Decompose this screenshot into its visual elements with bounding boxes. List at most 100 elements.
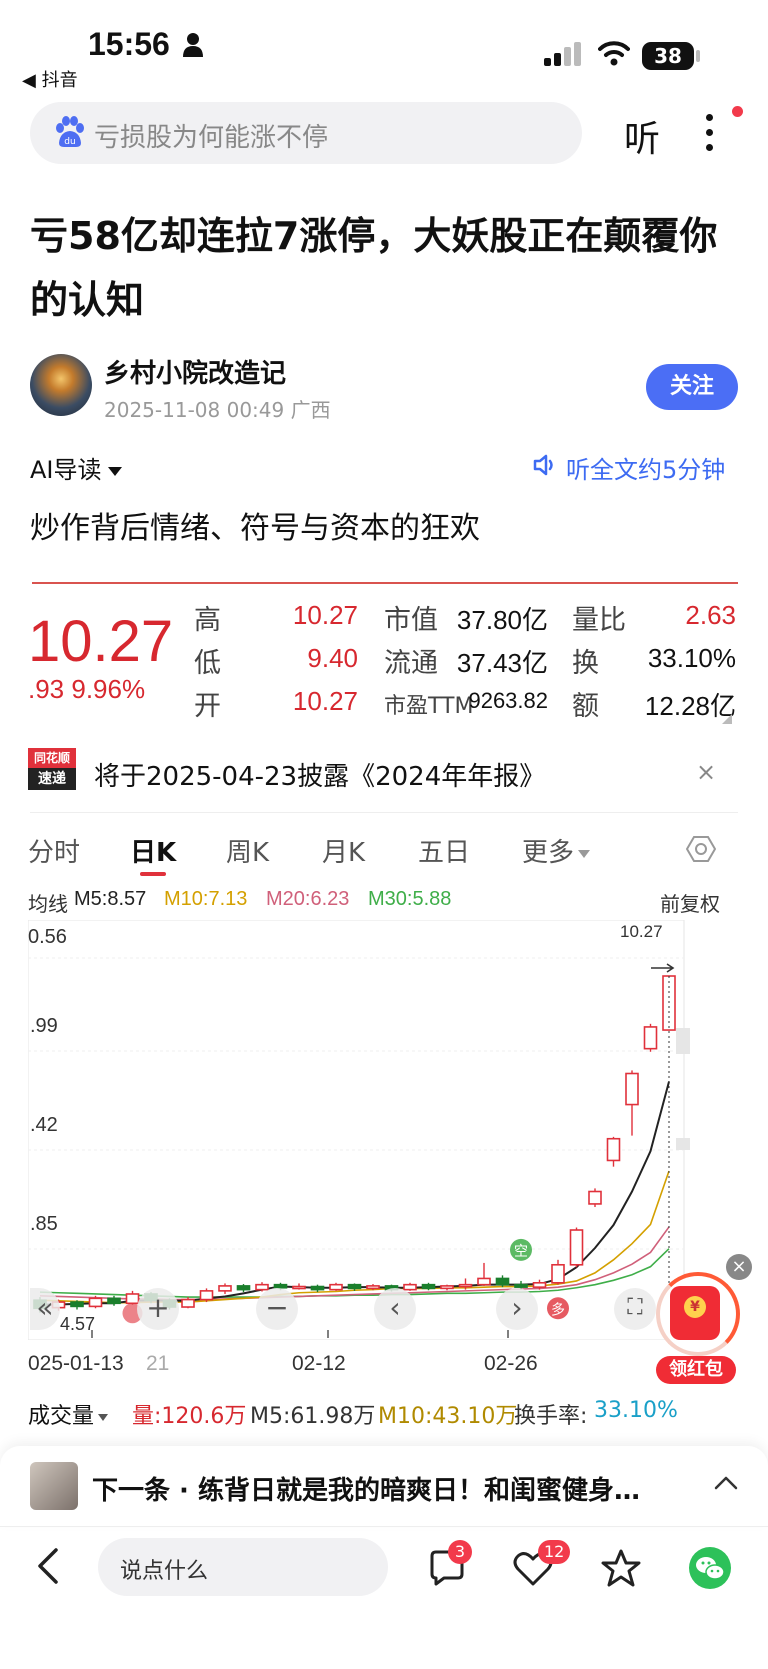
volume-label: 成交量: [28, 1404, 95, 1429]
author-name[interactable]: 乡村小院改造记: [104, 353, 286, 390]
close-icon[interactable]: ×: [696, 758, 716, 786]
next-article-thumbnail[interactable]: [30, 1462, 78, 1510]
article-subtitle: 炒作背后情绪、符号与资本的狂欢: [30, 511, 480, 546]
chevron-up-icon[interactable]: [714, 1474, 738, 1490]
x-tick-label: 02-26: [484, 1352, 538, 1375]
person-icon: [183, 33, 203, 57]
quote-label-low: 低: [194, 648, 221, 679]
notification-dot: [732, 106, 743, 117]
candle-body: [477, 1277, 491, 1286]
back-to-app-link[interactable]: ◀ 抖音: [22, 66, 78, 92]
y-min-label: 4.57: [60, 1314, 96, 1334]
red-packet-close-icon[interactable]: ×: [726, 1254, 752, 1280]
follow-button[interactable]: 关注: [646, 364, 738, 410]
turnover-value: 33.10%: [594, 1398, 678, 1423]
quote-top-border: [32, 582, 738, 584]
y-tick-label: .85: [30, 1213, 58, 1235]
tab-intraday[interactable]: 分时: [28, 832, 80, 869]
divider: [0, 1526, 768, 1527]
candlestick-chart[interactable]: 空多: [28, 920, 738, 1340]
volume-value: 量:120.6万: [132, 1404, 247, 1429]
speaker-icon[interactable]: [532, 452, 558, 478]
candle-body: [88, 1297, 103, 1308]
tab-more[interactable]: 更多: [522, 832, 591, 869]
battery-indicator: 38: [642, 42, 694, 70]
quote-value-mktcap: 37.80亿: [456, 605, 548, 635]
candle-body: [366, 1285, 380, 1290]
listen-full-button[interactable]: 听全文约5分钟: [566, 450, 725, 485]
candle-body: [107, 1297, 121, 1305]
avatar[interactable]: [30, 354, 92, 416]
logo-bottom: 速递: [28, 768, 76, 790]
ma5-value: M5:8.57: [74, 888, 147, 910]
quote-value-high: 10.27: [292, 600, 358, 630]
candle-body: [514, 1283, 528, 1288]
expand-corner-icon[interactable]: [722, 714, 732, 724]
tab-daily-k[interactable]: 日K: [130, 832, 176, 869]
candle-body: [440, 1285, 454, 1290]
candle-body: [125, 1293, 140, 1305]
red-packet-button[interactable]: 领红包: [656, 1356, 736, 1384]
back-arrow-icon[interactable]: [34, 1546, 62, 1586]
turnover-label: 换手率:: [514, 1404, 588, 1429]
prev-button[interactable]: ‹: [374, 1288, 416, 1330]
candle-body: [199, 1290, 214, 1301]
quote-label-turnover: 换: [572, 648, 599, 679]
tonghuashun-logo: 同花顺 速递: [28, 748, 76, 790]
disclosure-text[interactable]: 将于2025-04-23披露《2024年年报》: [94, 756, 545, 793]
y-tick-label: .42: [30, 1114, 58, 1136]
svg-text:du: du: [64, 137, 75, 147]
ai-guide-toggle[interactable]: AI导读: [30, 450, 122, 485]
candle-body: [292, 1285, 306, 1290]
candle-body: [70, 1301, 84, 1308]
comment-placeholder[interactable]: 说点什么: [120, 1553, 208, 1585]
next-article-title[interactable]: 下一条 · 练背日就是我的暗爽日！和闺蜜健身…: [92, 1470, 640, 1507]
fullscreen-button[interactable]: ⛶: [614, 1288, 656, 1330]
signal-icon: [544, 42, 581, 66]
tab-more-label: 更多: [522, 838, 575, 868]
listen-button[interactable]: 听: [624, 110, 660, 162]
candle-body: [347, 1283, 362, 1290]
buy-signal-label: 多: [551, 1301, 565, 1318]
y-tick-label: 0.56: [28, 926, 67, 948]
coin-icon: ¥: [684, 1296, 706, 1318]
quote-value-volratio: 2.63: [685, 600, 736, 630]
candle-body: [218, 1285, 232, 1292]
active-tab-underline: [140, 872, 166, 876]
settings-icon[interactable]: [686, 834, 716, 864]
max-price-arrow: [651, 963, 675, 973]
price-band: [676, 1028, 690, 1054]
candle-body: [329, 1283, 343, 1291]
x-tick-label: 21: [146, 1352, 170, 1375]
volume-selector[interactable]: 成交量: [28, 1398, 109, 1430]
candle-body: [569, 1229, 584, 1266]
adjust-mode[interactable]: 前复权: [660, 888, 720, 917]
quote-label-float: 流通: [384, 648, 438, 679]
logo-top: 同花顺: [28, 748, 76, 768]
quote-label-amount: 额: [572, 691, 599, 722]
tab-monthly-k[interactable]: 月K: [322, 832, 365, 869]
wechat-icon[interactable]: [688, 1546, 732, 1590]
quote-value-float: 37.43亿: [456, 648, 548, 678]
candle-body: [588, 1190, 602, 1205]
next-button[interactable]: ›: [496, 1288, 538, 1330]
star-icon[interactable]: [600, 1548, 642, 1588]
ma20-value: M20:6.23: [266, 888, 350, 910]
chevron-down-icon: [98, 1413, 109, 1421]
quote-value-low: 9.40: [307, 643, 358, 673]
last-price: 10.27: [28, 609, 174, 674]
zoom-in-button[interactable]: +: [137, 1288, 179, 1330]
max-price-label: 10.27: [620, 922, 663, 941]
quote-value-pe: 9263.82: [468, 688, 548, 713]
candle-body: [551, 1263, 565, 1284]
chevron-down-icon: [107, 466, 122, 476]
candle-body: [625, 1072, 639, 1106]
zoom-out-button[interactable]: −: [256, 1288, 298, 1330]
search-input[interactable]: 亏损股为何能涨不停: [94, 117, 328, 154]
volume-m10: M10:43.10万: [378, 1404, 518, 1429]
tab-five-day[interactable]: 五日: [418, 832, 470, 869]
baidu-paw-icon: du: [56, 116, 84, 147]
battery-tip: [696, 50, 700, 62]
more-menu-icon[interactable]: [706, 114, 714, 159]
tab-weekly-k[interactable]: 周K: [226, 832, 269, 869]
